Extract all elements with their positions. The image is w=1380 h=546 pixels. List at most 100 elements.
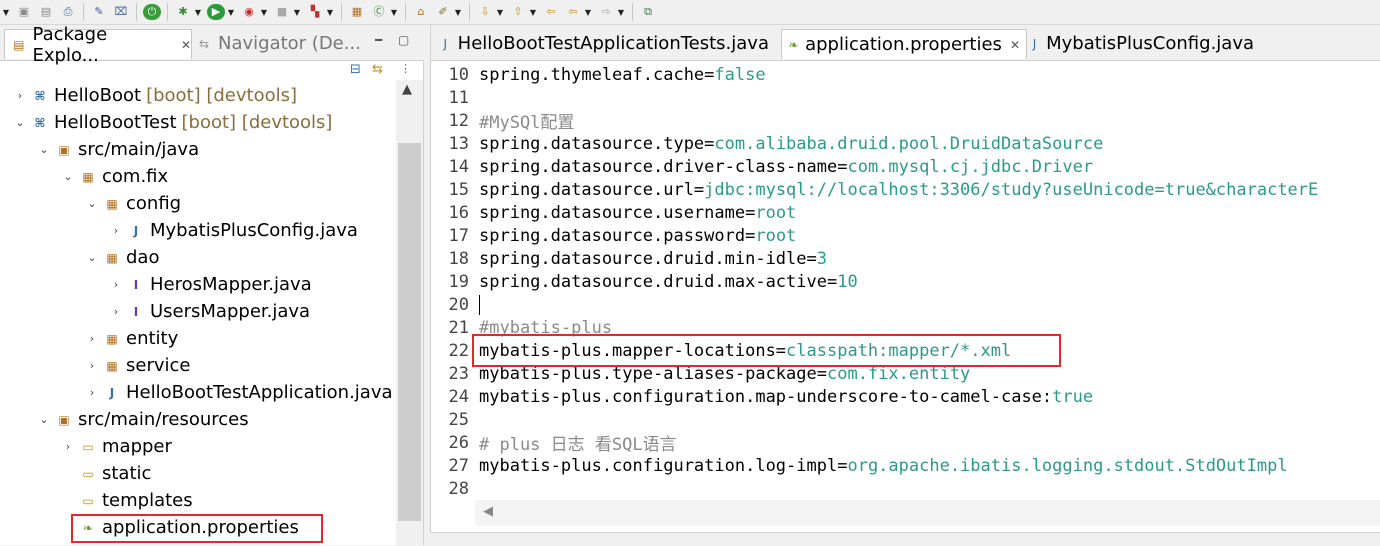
tree-item-package-config[interactable]: ⌄ ▦ config: [0, 190, 396, 217]
close-icon[interactable]: ✕: [1010, 38, 1020, 52]
code-editor[interactable]: 10 spring.thymeleaf.cache= false 11 12 #MySQl…: [431, 61, 1380, 501]
scroll-up-icon[interactable]: ▲: [402, 82, 412, 97]
external-tools-dropdown-icon[interactable]: ▼: [326, 4, 334, 20]
new-class-dropdown-icon[interactable]: ▼: [390, 4, 398, 20]
property-key: mybatis-plus.mapper-locations=: [479, 340, 787, 361]
tab-package-explorer[interactable]: ▤ Package Explo... ✕: [4, 24, 192, 66]
left-panel-tab-bar: ▤ Package Explo... ✕ ⇆ Navigator (De... …: [0, 24, 424, 66]
collapsed-chevron-icon[interactable]: ›: [110, 278, 122, 291]
collapsed-chevron-icon[interactable]: ›: [86, 386, 98, 399]
tab-navigator-label: Navigator (De...: [218, 33, 361, 54]
tree-item-label: HelloBootTest: [54, 112, 177, 133]
debug-icon[interactable]: ✱: [174, 4, 192, 20]
forward-icon[interactable]: ⇨: [597, 4, 615, 20]
save-icon[interactable]: ▣: [15, 4, 33, 20]
run-dropdown-icon[interactable]: ▼: [227, 4, 235, 20]
open-type-icon[interactable]: ⌂: [412, 4, 430, 20]
collapsed-chevron-icon[interactable]: ›: [62, 440, 74, 453]
line-number: 27: [448, 455, 469, 476]
line-number: 19: [448, 271, 469, 292]
collapse-all-icon[interactable]: ⊟: [350, 62, 361, 77]
property-value: jdbc:mysql://localhost:3306/study?useUni…: [704, 179, 1319, 200]
property-value: com.fix.entity: [827, 363, 971, 384]
expanded-chevron-icon[interactable]: ⌄: [38, 413, 50, 426]
tree-item-file-usersmapper[interactable]: › I UsersMapper.java: [0, 298, 396, 325]
line-number: 11: [448, 87, 469, 108]
previous-annotation-icon[interactable]: ⇧: [509, 4, 527, 20]
maximize-icon[interactable]: ▢: [398, 33, 409, 47]
next-annotation-icon[interactable]: ⇩: [476, 4, 494, 20]
search-icon[interactable]: ✐: [434, 4, 452, 20]
previous-annotation-dropdown-icon[interactable]: ▼: [529, 4, 537, 20]
properties-file-icon: ❧: [788, 37, 799, 52]
property-key: mybatis-plus.type-aliases-package=: [479, 363, 827, 384]
tree-item-project-helloboot[interactable]: › ⌘ HelloBoot [boot] [devtools]: [0, 82, 396, 109]
spring-boot-icon[interactable]: ⏻: [143, 4, 161, 20]
tree-item-folder-src-main-resources[interactable]: ⌄ ▣ src/main/resources: [0, 406, 396, 433]
tab-navigator[interactable]: ⇆ Navigator (De...: [196, 29, 366, 58]
open-perspective-icon[interactable]: ⧉: [639, 4, 657, 20]
forward-dropdown-icon[interactable]: ▼: [617, 4, 625, 20]
run-icon[interactable]: ▶: [207, 4, 225, 20]
coverage-dropdown-icon[interactable]: ▼: [260, 4, 268, 20]
tree-item-folder-templates[interactable]: ▭ templates: [0, 487, 396, 514]
back-dropdown-icon[interactable]: ▼: [584, 4, 592, 20]
tree-item-package-service[interactable]: › ▦ service: [0, 352, 396, 379]
expanded-chevron-icon[interactable]: ⌄: [14, 116, 26, 129]
back-icon[interactable]: ⇦: [564, 4, 582, 20]
code-line: 21 #mybatis-plus: [431, 316, 1380, 339]
property-value: 3: [816, 248, 828, 269]
tree-item-file-herosmapper[interactable]: › I HerosMapper.java: [0, 271, 396, 298]
collapsed-chevron-icon[interactable]: ›: [86, 359, 98, 372]
expanded-chevron-icon[interactable]: ⌄: [86, 251, 98, 264]
tree-item-folder-src-main-java[interactable]: ⌄ ▣ src/main/java: [0, 136, 396, 163]
next-annotation-dropdown-icon[interactable]: ▼: [496, 4, 504, 20]
scrollbar-thumb[interactable]: [398, 143, 421, 521]
stop-dropdown-icon[interactable]: ▼: [293, 4, 301, 20]
new-class-icon[interactable]: Ⓒ: [370, 4, 388, 20]
tree-item-project-hellobottest[interactable]: ⌄ ⌘ HelloBootTest [boot] [devtools]: [0, 109, 396, 136]
expanded-chevron-icon[interactable]: ⌄: [86, 197, 98, 210]
menu-dropdown-icon[interactable]: ▼: [2, 4, 10, 20]
property-value: com.alibaba.druid.pool.DruidDataSource: [714, 133, 1104, 154]
tree-vertical-scrollbar[interactable]: ▲: [396, 80, 423, 545]
collapsed-chevron-icon[interactable]: ›: [110, 224, 122, 237]
collapsed-chevron-icon[interactable]: ›: [110, 305, 122, 318]
minimize-icon[interactable]: ━: [375, 33, 382, 47]
view-menu-icon[interactable]: ⋮: [400, 62, 411, 75]
scroll-left-icon[interactable]: ◀: [483, 504, 493, 519]
print-icon[interactable]: ⎙: [59, 4, 77, 20]
link-with-editor-icon[interactable]: ⇆: [372, 62, 383, 77]
tree-item-file-helloboottestapplication[interactable]: › J HelloBootTestApplication.java: [0, 379, 396, 406]
text-cursor: [479, 294, 480, 315]
expanded-chevron-icon[interactable]: ⌄: [62, 170, 74, 183]
tree-item-package-entity[interactable]: › ▦ entity: [0, 325, 396, 352]
last-edit-location-icon[interactable]: ⇦: [542, 4, 560, 20]
code-line: 20: [431, 293, 1380, 316]
tree-item-file-mybatisplusconfig[interactable]: › J MybatisPlusConfig.java: [0, 217, 396, 244]
tree-item-package-dao[interactable]: ⌄ ▦ dao: [0, 244, 396, 271]
tree-item-folder-static[interactable]: ▭ static: [0, 460, 396, 487]
tab-hellobootapplicationtests[interactable]: J HelloBootTestApplicationTests.java: [433, 29, 775, 58]
debug-dropdown-icon[interactable]: ▼: [194, 4, 202, 20]
search-dropdown-icon[interactable]: ▼: [454, 4, 462, 20]
collapsed-chevron-icon[interactable]: ›: [86, 332, 98, 345]
tree-item-package-com-fix[interactable]: ⌄ ▦ com.fix: [0, 163, 396, 190]
tab-application-properties[interactable]: ❧ application.properties ✕: [781, 29, 1027, 59]
tree-item-file-application-properties[interactable]: ❧ application.properties: [0, 514, 396, 541]
external-tools-icon[interactable]: ▚: [306, 4, 324, 20]
coverage-icon[interactable]: ◉: [240, 4, 258, 20]
save-all-icon[interactable]: ▤: [37, 4, 55, 20]
stop-icon[interactable]: ■: [273, 4, 291, 20]
editor-tab-bar: J HelloBootTestApplicationTests.java ❧ a…: [431, 25, 1380, 61]
close-icon[interactable]: ✕: [181, 38, 191, 52]
terminate-icon[interactable]: ⌧: [112, 4, 130, 20]
tab-mybatisplusconfig[interactable]: J MybatisPlusConfig.java: [1023, 29, 1260, 58]
skip-breakpoints-icon[interactable]: ✎: [90, 4, 108, 20]
package-explorer-icon: ▤: [13, 37, 25, 52]
expanded-chevron-icon[interactable]: ⌄: [38, 143, 50, 156]
editor-horizontal-scrollbar[interactable]: ◀: [475, 500, 1380, 526]
new-package-icon[interactable]: ▦: [348, 4, 366, 20]
collapsed-chevron-icon[interactable]: ›: [14, 89, 26, 102]
tree-item-folder-mapper[interactable]: › ▭ mapper: [0, 433, 396, 460]
